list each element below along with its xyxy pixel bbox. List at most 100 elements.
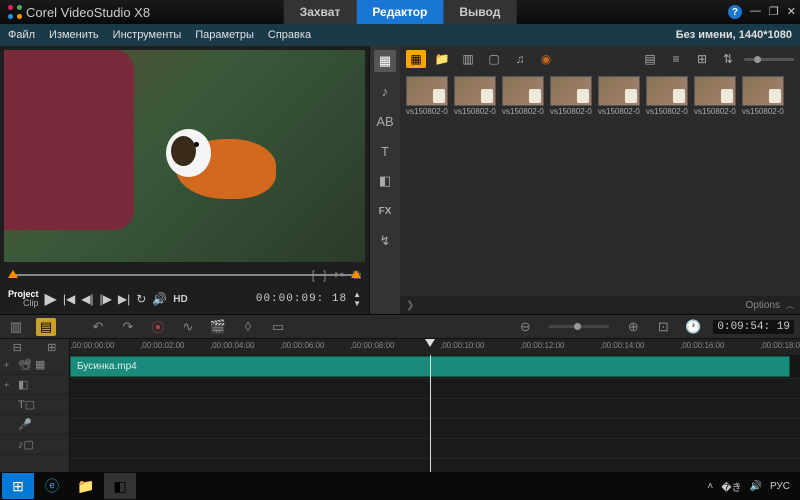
category-graphic-icon[interactable]: ◧ — [374, 170, 396, 192]
filter-free-icon[interactable]: ◉ — [536, 50, 556, 68]
library-clip[interactable]: vs150802-0... — [598, 76, 640, 116]
filter-photo-icon[interactable]: ▢ — [484, 50, 504, 68]
tab-editor[interactable]: Редактор — [356, 0, 443, 24]
category-media-icon[interactable]: ▦ — [374, 50, 396, 72]
tab-output[interactable]: Вывод — [443, 0, 516, 24]
track-manager-icon[interactable]: ▭ — [268, 318, 288, 336]
category-title-icon[interactable]: T — [374, 140, 396, 162]
music-track-header[interactable]: ♪▢ — [0, 435, 69, 455]
options-button[interactable]: Options — [746, 300, 780, 311]
filter-video-icon[interactable]: ▥ — [458, 50, 478, 68]
library-gallery-button[interactable]: ▦ — [406, 50, 426, 68]
next-frame-button[interactable]: |▶ — [100, 292, 112, 306]
tray-language[interactable]: РУС — [770, 481, 790, 492]
category-filter-icon[interactable]: FX — [374, 200, 396, 222]
zoom-slider[interactable] — [549, 325, 609, 328]
library-clip[interactable]: vs150802-0... — [502, 76, 544, 116]
hd-toggle[interactable]: HD — [173, 294, 187, 305]
taskbar-ie-icon[interactable]: ⓔ — [36, 473, 68, 499]
timeline-tracks-area[interactable]: Бусинка.mp4 — [70, 355, 800, 473]
playhead-line[interactable] — [430, 355, 431, 473]
voice-track[interactable] — [70, 419, 800, 439]
overlay-track[interactable] — [70, 379, 800, 399]
audio-mixer-icon[interactable]: ∿ — [178, 318, 198, 336]
category-transition-icon[interactable]: AB — [374, 110, 396, 132]
overlay-track-header[interactable]: +◧ — [0, 375, 69, 395]
start-button[interactable]: ⊞ — [2, 473, 34, 499]
title-track[interactable] — [70, 399, 800, 419]
redo-button[interactable]: ↷ — [118, 318, 138, 336]
storyboard-view-icon[interactable]: ▥ — [6, 318, 26, 336]
menu-edit[interactable]: Изменить — [49, 29, 99, 41]
library-clip[interactable]: vs150802-0... — [646, 76, 688, 116]
category-path-icon[interactable]: ↯ — [374, 230, 396, 252]
maximize-button[interactable]: ❐ — [769, 5, 779, 19]
library-folder-button[interactable]: 📁 — [432, 50, 452, 68]
library-clip[interactable]: vs150802-0... — [694, 76, 736, 116]
project-duration[interactable]: 0:09:54: 19 — [713, 320, 794, 334]
video-track-header[interactable]: +📽 ▦ — [0, 355, 69, 375]
title-track-header[interactable]: T▢ — [0, 395, 69, 415]
zoom-in-icon[interactable]: ⊕ — [623, 318, 643, 336]
library-expand-icon[interactable]: ❯ — [406, 300, 414, 311]
help-icon[interactable]: ? — [728, 5, 742, 19]
go-start-button[interactable]: |◀ — [63, 292, 75, 306]
trim-start-handle[interactable] — [8, 270, 18, 278]
library-toolbar: ▦ 📁 ▥ ▢ ♫ ◉ ▤ ≡ ⊞ ⇅ — [400, 46, 800, 72]
menu-file[interactable]: Файл — [8, 29, 35, 41]
play-button[interactable]: ▶ — [45, 289, 57, 309]
window-controls: ? ― ❐ ✕ — [728, 5, 796, 19]
library-clip[interactable]: vs150802-0... — [406, 76, 448, 116]
minimize-button[interactable]: ― — [750, 5, 761, 19]
tab-capture[interactable]: Захват — [284, 0, 357, 24]
timeline-ruler[interactable]: ,00:00:00:00,00:00:02:00,00:00:04:00,00:… — [70, 339, 800, 355]
go-end-button[interactable]: ▶| — [118, 292, 130, 306]
trim-end-handle[interactable] — [351, 270, 361, 278]
toggle-all-tracks-icon[interactable]: ⊟ — [13, 341, 22, 354]
filter-audio-icon[interactable]: ♫ — [510, 50, 530, 68]
preview-scrubber[interactable] — [8, 266, 361, 284]
undo-button[interactable]: ↶ — [88, 318, 108, 336]
playback-mode[interactable]: Project Clip — [8, 290, 39, 308]
title-bar: Corel VideoStudio X8 Захват Редактор Выв… — [0, 0, 800, 24]
fit-project-icon[interactable]: ⊡ — [653, 318, 673, 336]
tray-wifi-icon[interactable]: �き — [721, 479, 741, 494]
repeat-button[interactable]: ↻ — [136, 292, 146, 306]
playhead-marker[interactable] — [425, 339, 435, 347]
library-clip[interactable]: vs150802-0... — [742, 76, 784, 116]
track-menu-icon[interactable]: ⊞ — [47, 341, 56, 354]
timeline-view-icon[interactable]: ▤ — [36, 318, 56, 336]
view-thumbnails-icon[interactable]: ▤ — [640, 50, 660, 68]
sort-icon[interactable]: ⇅ — [718, 50, 738, 68]
tray-up-icon[interactable]: ˄ — [707, 481, 713, 492]
taskbar-app-icon[interactable]: ◧ — [104, 473, 136, 499]
timecode-stepper-icon[interactable]: ▲▼ — [353, 290, 361, 308]
menu-tools[interactable]: Инструменты — [113, 29, 182, 41]
record-button[interactable]: ⦿ — [148, 318, 168, 336]
app-title: Corel VideoStudio X8 — [26, 5, 150, 20]
system-tray: ˄ �き 🔊 РУС — [707, 479, 798, 494]
taskbar-explorer-icon[interactable]: 📁 — [70, 473, 102, 499]
category-sound-icon[interactable]: ♪ — [374, 80, 396, 102]
volume-button[interactable]: 🔊 — [152, 292, 167, 306]
zoom-out-icon[interactable]: ⊖ — [515, 318, 535, 336]
preview-timecode[interactable]: 00:00:09: 18 — [256, 293, 347, 305]
music-track[interactable] — [70, 439, 800, 459]
voice-track-header[interactable]: 🎤 — [0, 415, 69, 435]
close-button[interactable]: ✕ — [787, 5, 796, 19]
preview-viewport[interactable] — [4, 50, 365, 262]
menu-settings[interactable]: Параметры — [195, 29, 254, 41]
view-details-icon[interactable]: ⊞ — [692, 50, 712, 68]
thumbnail-size-slider[interactable] — [744, 58, 794, 61]
playback-controls: Project Clip ▶ |◀ ◀| |▶ ▶| ↻ 🔊 HD 00:00:… — [0, 284, 369, 314]
library-clip[interactable]: vs150802-0... — [454, 76, 496, 116]
menu-help[interactable]: Справка — [268, 29, 311, 41]
video-track[interactable]: Бусинка.mp4 — [70, 355, 800, 379]
tray-volume-icon[interactable]: 🔊 — [750, 481, 762, 492]
marker-icon[interactable]: ◊ — [238, 318, 258, 336]
prev-frame-button[interactable]: ◀| — [81, 292, 93, 306]
view-list-icon[interactable]: ≡ — [666, 50, 686, 68]
options-chevron-icon[interactable]: ︿ — [786, 300, 794, 311]
auto-music-icon[interactable]: 🎬 — [208, 318, 228, 336]
library-clip[interactable]: vs150802-0... — [550, 76, 592, 116]
